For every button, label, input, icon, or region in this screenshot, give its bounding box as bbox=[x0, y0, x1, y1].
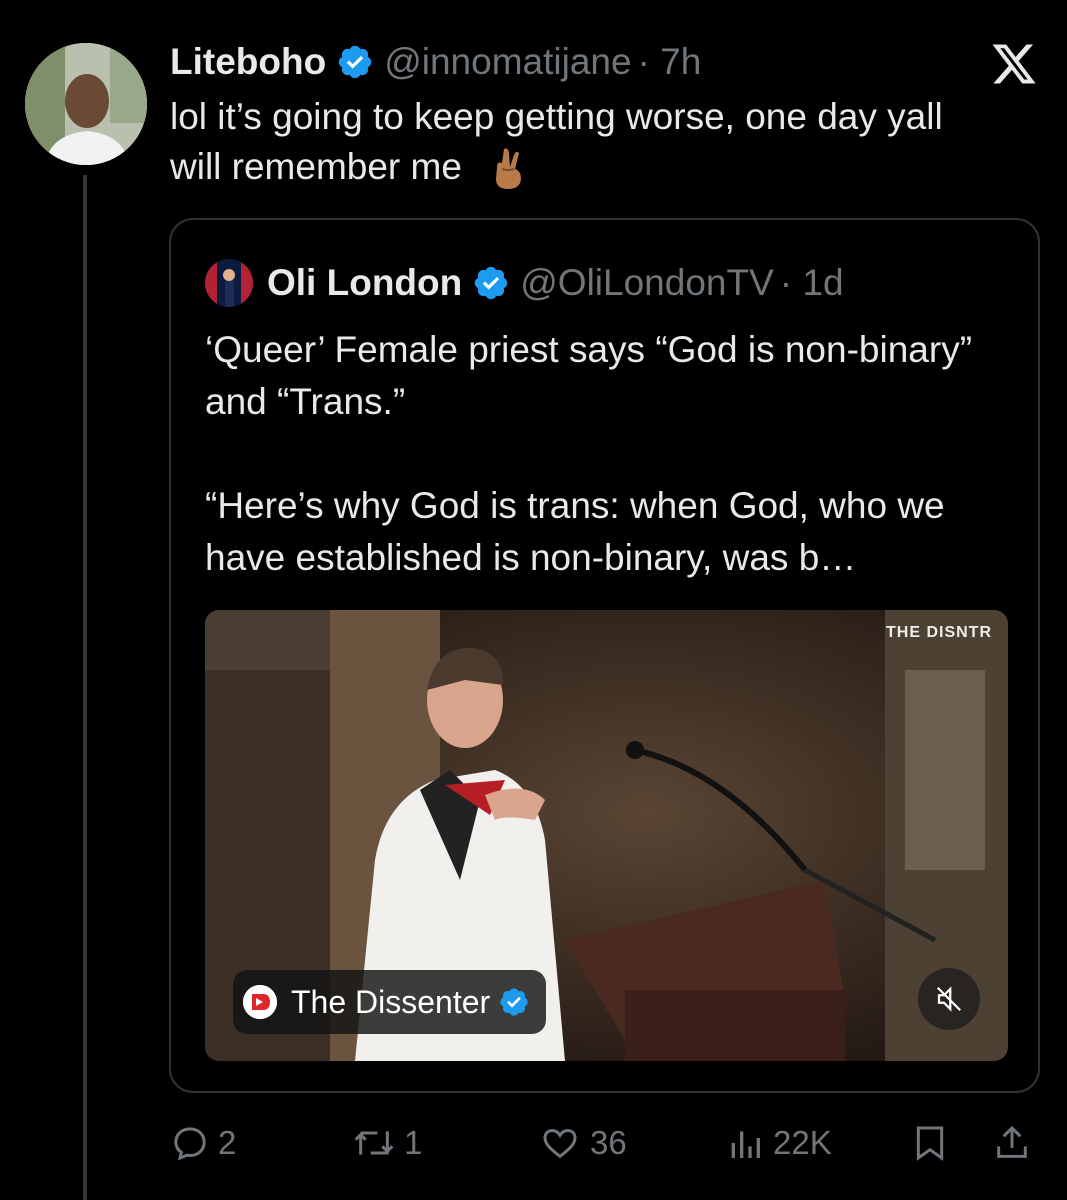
reply-count: 2 bbox=[218, 1124, 237, 1161]
author-handle[interactable]: @innomatijane bbox=[384, 41, 631, 83]
quoted-tweet-paragraph-2: “Here’s why God is trans: when God, who … bbox=[205, 485, 945, 578]
tweet-text: lol it’s going to keep getting worse, on… bbox=[170, 92, 1040, 192]
thread-line bbox=[83, 175, 87, 1200]
video-source-pill[interactable]: The Dissenter bbox=[233, 970, 547, 1034]
video-watermark: THE DISNTR bbox=[886, 624, 992, 641]
author-name[interactable]: Liteboho bbox=[170, 41, 326, 83]
quoted-author-avatar[interactable] bbox=[205, 259, 253, 307]
quoted-tweet-header: Oli London @OliLondonTV · 1d bbox=[205, 258, 844, 308]
source-verified-badge-icon bbox=[500, 988, 528, 1016]
quoted-tweet-text: ‘Queer’ Female priest says “God is non-b… bbox=[205, 324, 1005, 584]
dissenter-logo-icon bbox=[243, 985, 277, 1019]
verified-badge-icon bbox=[338, 45, 372, 79]
repost-icon bbox=[354, 1131, 394, 1155]
crossed-fingers-emoji-icon bbox=[496, 148, 522, 190]
bookmark-icon bbox=[916, 1126, 944, 1161]
tweet-text-line-1: lol it’s going to keep getting worse, on… bbox=[170, 96, 943, 137]
reply-icon bbox=[174, 1127, 206, 1161]
bookmark-button[interactable] bbox=[910, 1118, 958, 1168]
video-source-label: The Dissenter bbox=[291, 983, 491, 1020]
repost-count: 1 bbox=[404, 1124, 423, 1161]
quoted-verified-badge-icon bbox=[475, 266, 508, 300]
tweet-text-line-2-text: will remember me bbox=[170, 146, 462, 187]
like-count: 36 bbox=[590, 1124, 627, 1161]
tweet-action-bar: 2 1 36 22K bbox=[170, 1118, 1040, 1168]
x-logo-icon bbox=[992, 44, 1036, 84]
views-button[interactable]: 22K bbox=[725, 1118, 832, 1168]
views-chart-icon bbox=[731, 1131, 760, 1158]
quoted-author-handle[interactable]: @OliLondonTV bbox=[520, 262, 774, 304]
like-button[interactable]: 36 bbox=[538, 1118, 627, 1168]
muted-speaker-icon bbox=[936, 986, 962, 1012]
heart-icon bbox=[543, 1128, 577, 1159]
quoted-author-avatar-image bbox=[205, 259, 253, 307]
author-avatar[interactable] bbox=[25, 43, 147, 165]
views-count: 22K bbox=[773, 1124, 832, 1161]
quoted-author-name[interactable]: Oli London bbox=[267, 262, 462, 304]
reply-button[interactable]: 2 bbox=[170, 1118, 236, 1168]
repost-button[interactable]: 1 bbox=[352, 1118, 422, 1168]
video-player[interactable]: THE DISNTR The Dissenter bbox=[205, 610, 1008, 1061]
mute-button[interactable] bbox=[918, 968, 980, 1030]
quoted-tweet-paragraph-1: ‘Queer’ Female priest says “God is non-b… bbox=[205, 329, 973, 422]
tweet-time[interactable]: · 7h bbox=[638, 41, 702, 83]
tweet-header: Liteboho @innomatijane · 7h bbox=[170, 40, 701, 84]
share-button[interactable] bbox=[992, 1118, 1040, 1168]
share-icon bbox=[997, 1125, 1027, 1158]
quoted-tweet[interactable]: Oli London @OliLondonTV · 1d ‘Queer’ Fem… bbox=[169, 218, 1040, 1093]
quoted-tweet-time[interactable]: · 1d bbox=[780, 262, 844, 304]
tweet-text-line-2: will remember me bbox=[170, 142, 1040, 192]
author-avatar-image bbox=[25, 43, 147, 165]
